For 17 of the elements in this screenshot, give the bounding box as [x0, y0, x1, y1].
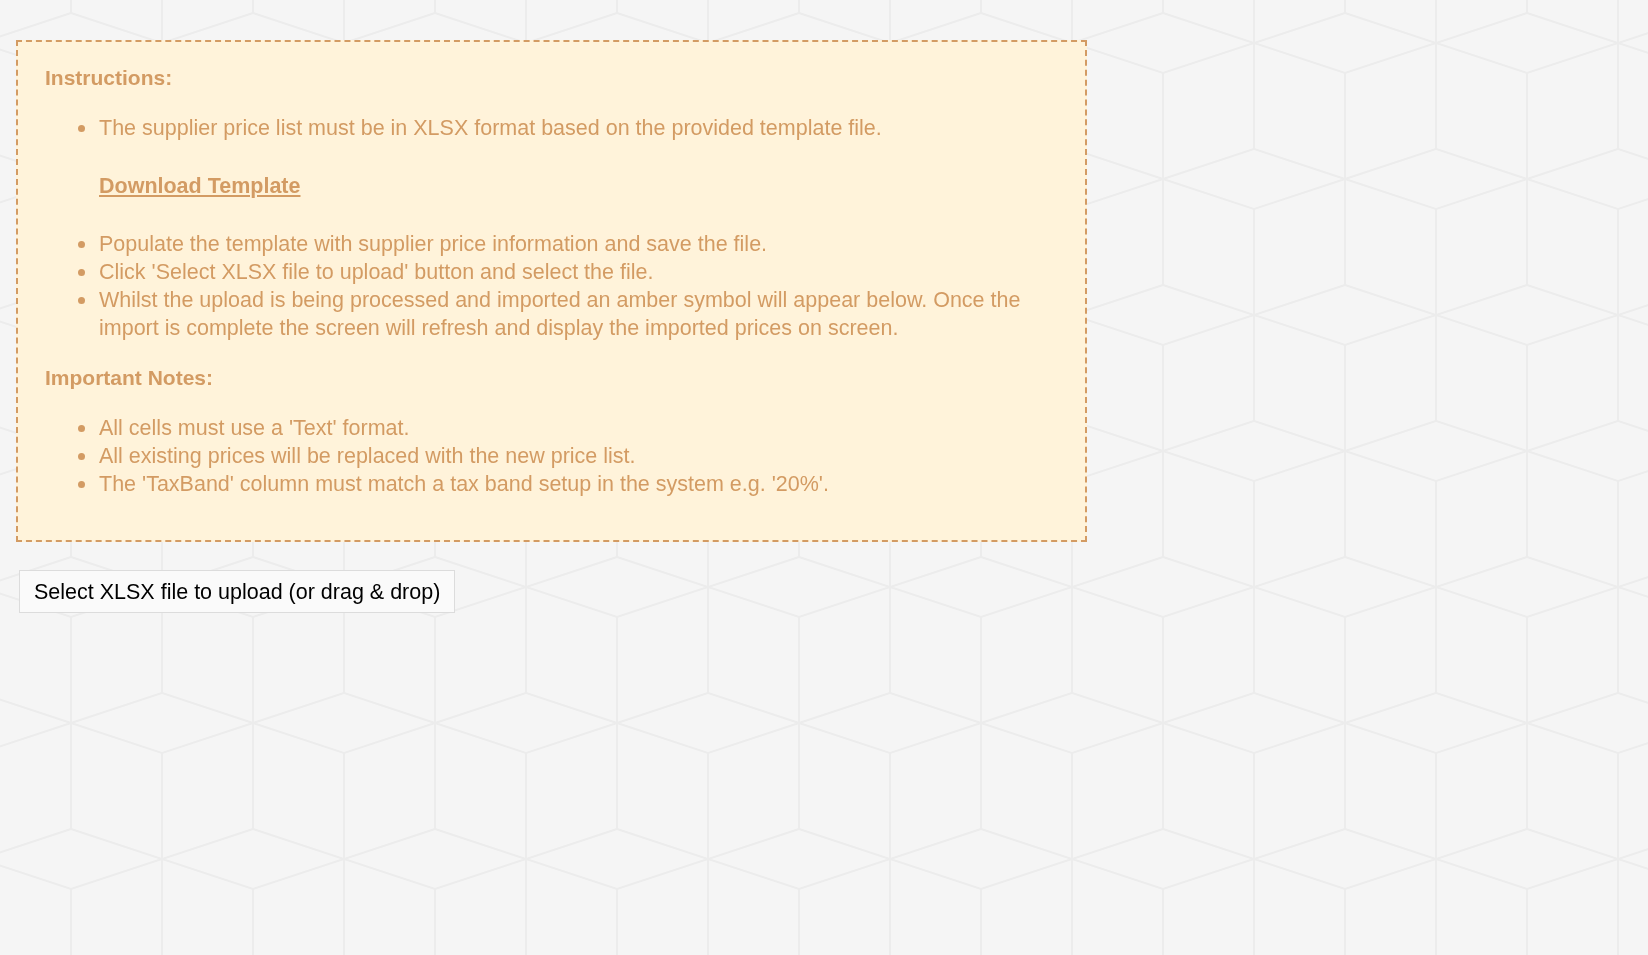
bullet-icon [78, 240, 85, 248]
list-item-text: The supplier price list must be in XLSX format based on the provided template file. [99, 115, 882, 142]
list-item-text: Click 'Select XLSX file to upload' button and select the file. [99, 259, 654, 287]
list-item-text: Whilst the upload is being processed and imported an amber symbol will appear below. Once the import is complete the screen will refresh and display the imported prices on screen. [99, 287, 1022, 343]
section-heading: Instructions: [45, 65, 174, 91]
list-item-text: All existing prices will be replaced with the new price list. [99, 443, 636, 471]
upload-button[interactable]: Select XLSX file to upload (or drag & drop) [19, 570, 456, 614]
bullet-icon [78, 124, 85, 132]
section-heading: Important Notes: [45, 365, 214, 392]
bullet-icon [78, 452, 85, 460]
bullet-icon [78, 296, 85, 304]
list-item-text: The 'TaxBand' column must match a tax band setup in the system e.g. '20%'. [99, 471, 829, 499]
bullet-icon [78, 424, 85, 432]
bullet-icon [78, 268, 85, 276]
list-item-text: Populate the template with supplier price information and save the file. [99, 231, 768, 259]
bullet-icon [78, 480, 85, 488]
list-item-text: All cells must use a 'Text' format. [99, 415, 410, 443]
